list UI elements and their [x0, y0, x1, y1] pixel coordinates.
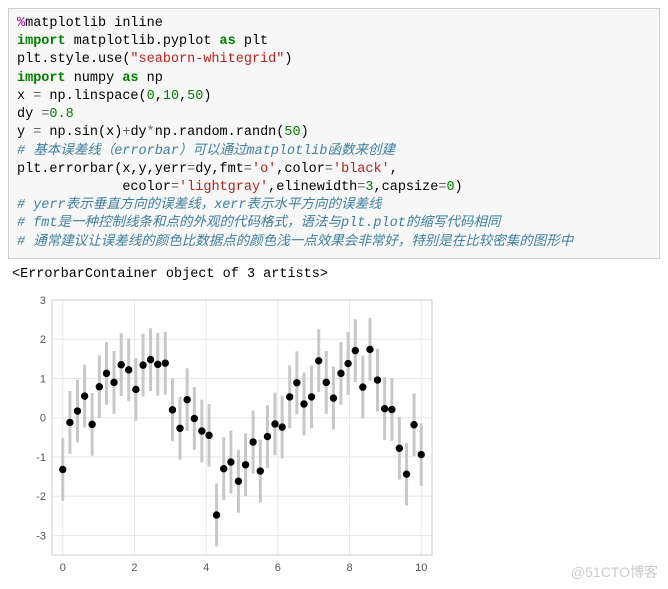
svg-text:0: 0	[40, 413, 46, 425]
comment-3: # fmt是一种控制线条和点的外观的代码格式，语法与plt.plot的缩写代码相…	[17, 216, 500, 231]
code-cell: %matplotlib inline import matplotlib.pyp…	[8, 8, 660, 259]
svg-text:10: 10	[415, 562, 427, 574]
svg-text:6: 6	[275, 562, 281, 574]
svg-text:8: 8	[346, 562, 352, 574]
comment-4: # 通常建议让误差线的颜色比数据点的颜色浅一点效果会非常好，特别是在比较密集的图…	[17, 235, 573, 250]
svg-text:0: 0	[60, 562, 66, 574]
svg-text:-1: -1	[36, 452, 46, 464]
svg-text:-2: -2	[36, 491, 46, 503]
svg-text:-3: -3	[36, 530, 46, 542]
output-text: <ErrorbarContainer object of 3 artists>	[8, 259, 660, 286]
magic: %	[17, 16, 25, 31]
watermark: @51CTO博客	[571, 562, 658, 582]
comment-1: # 基本误差线（errorbar）可以通过matplotlib函数来创建	[17, 144, 395, 159]
comment-2: # yerr表示垂直方向的误差线，xerr表示水平方向的误差线	[17, 198, 382, 213]
svg-text:3: 3	[40, 295, 46, 307]
svg-text:4: 4	[203, 562, 209, 574]
svg-text:2: 2	[40, 334, 46, 346]
svg-text:2: 2	[131, 562, 137, 574]
svg-text:1: 1	[40, 373, 46, 385]
chart-svg: -3 -2 -1 0 1 2 3 0 2 4 6 8 10	[12, 290, 442, 580]
errorbar-chart: -3 -2 -1 0 1 2 3 0 2 4 6 8 10	[12, 290, 442, 580]
